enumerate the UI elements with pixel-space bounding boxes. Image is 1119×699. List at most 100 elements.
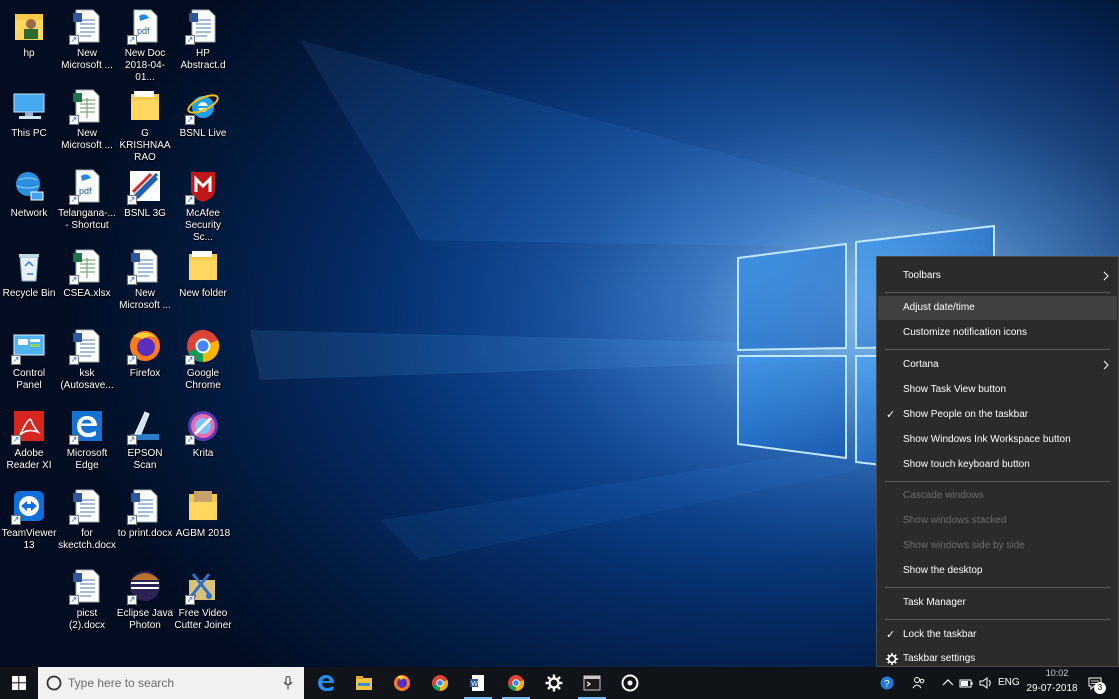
desktop-icon[interactable]: ↗ ksk (Autosave... <box>58 324 116 402</box>
shortcut-arrow-icon: ↗ <box>127 35 137 45</box>
taskbar-search-box[interactable]: Type here to search <box>38 667 304 699</box>
menu-item-label: Taskbar settings <box>903 653 976 664</box>
taskbar-chrome-button[interactable] <box>421 667 459 699</box>
taskbar-settings-button[interactable] <box>535 667 573 699</box>
menu-item-show-windows-ink[interactable]: Show Windows Ink Workspace button <box>878 428 1117 452</box>
desktop-icon[interactable]: ↗ CSEA.xlsx <box>58 244 116 322</box>
desktop-icon[interactable]: ↗ Google Chrome <box>174 324 232 402</box>
shortcut-arrow-icon: ↗ <box>185 115 195 125</box>
clock-date[interactable]: 29-07-2018 <box>1026 683 1078 694</box>
shortcut-arrow-icon: ↗ <box>127 515 137 525</box>
svg-text:W: W <box>471 681 478 688</box>
tray-show-hidden-icons[interactable] <box>938 667 956 699</box>
tray-people-button[interactable] <box>908 667 930 699</box>
taskbar-chrome-button-2[interactable] <box>497 667 535 699</box>
action-center-button[interactable]: 3 <box>1086 667 1116 699</box>
desktop-icon[interactable]: ↗ New Microsoft ... <box>58 84 116 162</box>
desktop-icon[interactable]: ↗ Eclipse Java Photon <box>116 564 174 642</box>
desktop-icon[interactable]: ↗ Firefox <box>116 324 174 402</box>
start-button[interactable] <box>0 667 38 699</box>
menu-item-show-windows-side-by-side: Show windows side by side <box>878 534 1117 558</box>
file-explorer-icon <box>356 676 372 690</box>
desktop-icon[interactable]: ↗ BSNL 3G <box>116 164 174 242</box>
edge-icon <box>318 675 334 691</box>
desktop-icon[interactable]: pdf ↗ New Doc 2018-04-01... <box>116 4 174 83</box>
desktop-icon[interactable]: This PC <box>0 84 58 162</box>
menu-item-label: Show windows side by side <box>903 540 1025 551</box>
microphone-icon[interactable] <box>283 676 293 690</box>
taskbar-file-explorer-button[interactable] <box>345 667 383 699</box>
menu-item-lock-the-taskbar[interactable]: ✓ Lock the taskbar <box>878 623 1117 647</box>
desktop-icon[interactable]: Network <box>0 164 58 242</box>
desktop-icon[interactable]: ↗ TeamViewer 13 <box>0 484 58 562</box>
menu-item-show-the-desktop[interactable]: Show the desktop <box>878 559 1117 583</box>
shortcut-arrow-icon: ↗ <box>127 595 137 605</box>
desktop-icon[interactable]: AGBM 2018 <box>174 484 232 562</box>
people-icon <box>912 677 925 689</box>
menu-item-show-task-view-button[interactable]: Show Task View button <box>878 378 1117 402</box>
tray-volume-button[interactable] <box>976 667 996 699</box>
tray-help-button[interactable]: ? <box>876 667 898 699</box>
desktop-icon[interactable]: ↗ for skectch.docx <box>58 484 116 562</box>
image-folder-icon <box>185 488 221 524</box>
menu-item-cascade-windows: Cascade windows <box>878 484 1117 508</box>
desktop-icon[interactable]: G KRISHNAA RAO <box>116 84 174 163</box>
shortcut-arrow-icon: ↗ <box>185 35 195 45</box>
desktop-icon[interactable]: pdf ↗ Telangana-... - Shortcut <box>58 164 116 242</box>
desktop-icon[interactable]: New folder <box>174 244 232 322</box>
menu-item-show-touch-keyboard[interactable]: Show touch keyboard button <box>878 453 1117 477</box>
desktop-icon[interactable]: ↗ EPSON Scan <box>116 404 174 482</box>
menu-item-label: Adjust date/time <box>903 302 975 313</box>
desktop-icon-label: BSNL 3G <box>124 208 166 219</box>
desktop-icon-label: Control Panel <box>12 368 46 391</box>
taskbar[interactable]: Type here to search W ? ENG 10:02 29-07-… <box>0 667 1119 699</box>
clock-time[interactable]: 10:02 <box>1030 668 1084 678</box>
desktop-icon[interactable]: ↗ HP Abstract.d <box>174 4 232 82</box>
menu-item-customize-notification-icons[interactable]: Customize notification icons <box>878 321 1117 345</box>
desktop-icon[interactable]: ↗ Control Panel <box>0 324 58 402</box>
desktop-icon[interactable]: ↗ McAfee Security Sc... <box>174 164 232 243</box>
desktop-icon-label: Adobe Reader XI <box>6 448 52 471</box>
menu-item-adjust-date-time[interactable]: Adjust date/time <box>878 296 1117 320</box>
desktop-icon[interactable]: ↗ Krita <box>174 404 232 482</box>
desktop-icon[interactable]: ↗ Microsoft Edge <box>58 404 116 482</box>
menu-item-show-people[interactable]: ✓ Show People on the taskbar <box>878 403 1117 427</box>
desktop-icon[interactable]: ↗ New Microsoft ... <box>58 4 116 82</box>
desktop-icon[interactable]: ↗ picst (2).docx <box>58 564 116 642</box>
desktop-icon-label: BSNL Live <box>179 128 227 139</box>
shortcut-arrow-icon: ↗ <box>11 435 21 445</box>
desktop-icon[interactable]: ↗ to print.docx <box>116 484 174 562</box>
menu-item-label: Toolbars <box>903 270 941 281</box>
taskbar-word-button[interactable]: W <box>459 667 497 699</box>
taskbar-media-button[interactable] <box>611 667 649 699</box>
menu-item-label: Cortana <box>903 359 939 370</box>
desktop-icon-label: New folder <box>179 288 227 299</box>
shortcut-arrow-icon: ↗ <box>185 595 195 605</box>
shortcut-arrow-icon: ↗ <box>127 435 137 445</box>
computer-icon <box>11 88 47 124</box>
desktop-icon[interactable]: Recycle Bin <box>0 244 58 322</box>
desktop-icon[interactable]: hp <box>0 4 58 82</box>
taskbar-edge-button[interactable] <box>307 667 345 699</box>
desktop-icon[interactable]: ↗ BSNL Live <box>174 84 232 162</box>
desktop-icon[interactable]: ↗ Adobe Reader XI <box>0 404 58 482</box>
tray-battery-button[interactable] <box>956 667 976 699</box>
desktop-icon-label: HP Abstract.d <box>180 48 226 71</box>
desktop-icon[interactable]: ↗ Free Video Cutter Joiner <box>174 564 232 642</box>
word-icon: W <box>470 675 484 691</box>
menu-item-toolbars[interactable]: Toolbars <box>878 264 1117 288</box>
taskbar-firefox-button[interactable] <box>383 667 421 699</box>
chevron-right-icon <box>1103 271 1109 281</box>
desktop-icon[interactable]: ↗ New Microsoft ... <box>116 244 174 322</box>
checkmark-icon: ✓ <box>886 629 896 641</box>
menu-item-label: Show windows stacked <box>903 515 1007 526</box>
checkmark-icon: ✓ <box>886 409 896 421</box>
taskbar-terminal-button[interactable] <box>573 667 611 699</box>
shortcut-arrow-icon: ↗ <box>69 355 79 365</box>
input-language-indicator[interactable]: ENG <box>998 677 1020 688</box>
menu-separator <box>885 587 1110 588</box>
desktop-icon-label: to print.docx <box>117 528 173 539</box>
menu-item-cortana[interactable]: Cortana <box>878 353 1117 377</box>
menu-item-label: Task Manager <box>903 597 966 608</box>
menu-item-task-manager[interactable]: Task Manager <box>878 591 1117 615</box>
